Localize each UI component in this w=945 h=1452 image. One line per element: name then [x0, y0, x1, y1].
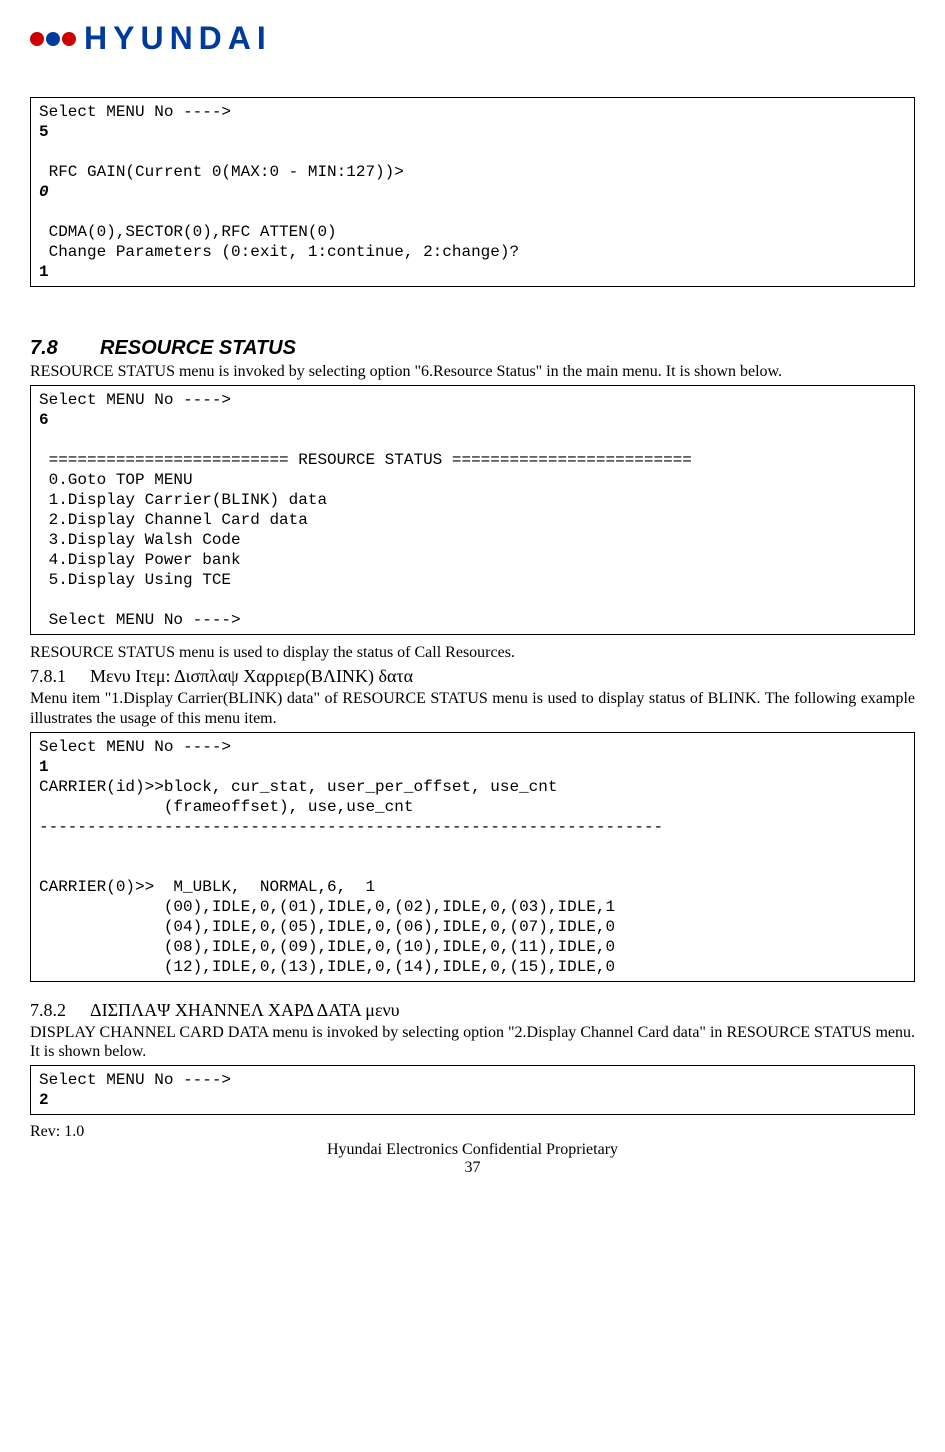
- footer-page-number: 37: [30, 1159, 915, 1177]
- code-line: (frameoffset), use,use_cnt: [39, 798, 413, 816]
- code-line: 6: [39, 411, 49, 429]
- section-intro: RESOURCE STATUS menu is invoked by selec…: [30, 362, 915, 381]
- subsection-number: 7.8.2: [30, 1000, 90, 1021]
- code-line: 0.Goto TOP MENU: [39, 471, 193, 489]
- code-line: CARRIER(0)>> M_UBLK, NORMAL,6, 1: [39, 878, 375, 896]
- section-title: RESOURCE STATUS: [100, 337, 296, 359]
- code-line: CDMA(0),SECTOR(0),RFC ATTEN(0): [39, 223, 337, 241]
- code-line: ----------------------------------------…: [39, 818, 663, 836]
- subsection-title: ΔΙΣΠΛΑΨ ΧΗΑΝΝΕΛ ΧΑΡΔ ΔΑΤΑ μενυ: [90, 1000, 400, 1020]
- code-block-1: Select MENU No ----> 5 RFC GAIN(Current …: [30, 97, 915, 287]
- dot-icon: [30, 32, 44, 46]
- code-line: 5: [39, 123, 49, 141]
- code-line: 3.Display Walsh Code: [39, 531, 241, 549]
- dot-icon: [46, 32, 60, 46]
- code-line: Select MENU No ---->: [39, 738, 231, 756]
- code-line: 2.Display Channel Card data: [39, 511, 308, 529]
- subsection-7-8-1-text: Menu item "1.Display Carrier(BLINK) data…: [30, 689, 915, 727]
- logo-text: HYUNDAI: [84, 20, 272, 57]
- code-line: Select MENU No ---->: [39, 1071, 231, 1089]
- dot-icon: [62, 32, 76, 46]
- logo: HYUNDAI: [30, 20, 915, 57]
- subsection-7-8-1: 7.8.1Μενυ Ιτεμ: Δισπλαψ Χαρριερ(ΒΛΙΝΚ) δ…: [30, 666, 915, 687]
- code-line: 1: [39, 263, 49, 281]
- code-line: Change Parameters (0:exit, 1:continue, 2…: [39, 243, 519, 261]
- code-line: 4.Display Power bank: [39, 551, 241, 569]
- subsection-7-8-2-text: DISPLAY CHANNEL CARD DATA menu is invoke…: [30, 1023, 915, 1061]
- code-line: (08),IDLE,0,(09),IDLE,0,(10),IDLE,0,(11)…: [39, 938, 615, 956]
- code-line: 1: [39, 758, 49, 776]
- code-block-4: Select MENU No ----> 2: [30, 1065, 915, 1115]
- section-heading-7-8: 7.8RESOURCE STATUS: [30, 337, 915, 360]
- code-line: (04),IDLE,0,(05),IDLE,0,(06),IDLE,0,(07)…: [39, 918, 615, 936]
- subsection-7-8-2: 7.8.2ΔΙΣΠΛΑΨ ΧΗΑΝΝΕΛ ΧΑΡΔ ΔΑΤΑ μενυ: [30, 1000, 915, 1021]
- code-line: 2: [39, 1091, 49, 1109]
- subsection-title: Μενυ Ιτεμ: Δισπλαψ Χαρριερ(ΒΛΙΝΚ) δατα: [90, 666, 413, 686]
- section-number: 7.8: [30, 337, 100, 360]
- code-line: Select MENU No ---->: [39, 611, 241, 629]
- code-line: (12),IDLE,0,(13),IDLE,0,(14),IDLE,0,(15)…: [39, 958, 615, 976]
- code-block-2: Select MENU No ----> 6 =================…: [30, 385, 915, 635]
- logo-dots: [30, 32, 76, 46]
- code-line: Select MENU No ---->: [39, 391, 231, 409]
- after-box2-text: RESOURCE STATUS menu is used to display …: [30, 643, 915, 662]
- code-line: CARRIER(id)>>block, cur_stat, user_per_o…: [39, 778, 557, 796]
- subsection-number: 7.8.1: [30, 666, 90, 687]
- code-line: RFC GAIN(Current 0(MAX:0 - MIN:127))>: [39, 163, 404, 181]
- code-line: 0: [39, 183, 49, 201]
- footer-confidential: Hyundai Electronics Confidential Proprie…: [30, 1141, 915, 1159]
- code-line: 5.Display Using TCE: [39, 571, 231, 589]
- code-line: (00),IDLE,0,(01),IDLE,0,(02),IDLE,0,(03)…: [39, 898, 615, 916]
- code-line: 1.Display Carrier(BLINK) data: [39, 491, 327, 509]
- footer-rev: Rev: 1.0: [30, 1123, 915, 1141]
- code-block-3: Select MENU No ----> 1 CARRIER(id)>>bloc…: [30, 732, 915, 982]
- code-line: ========================= RESOURCE STATU…: [39, 451, 692, 469]
- code-line: Select MENU No ---->: [39, 103, 231, 121]
